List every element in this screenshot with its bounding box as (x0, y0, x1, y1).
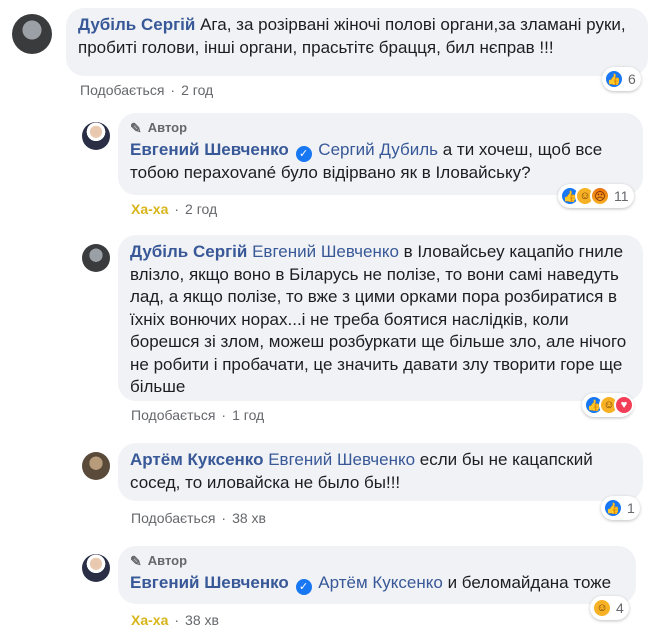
comment-author[interactable]: Евгений Шевченко (130, 573, 289, 592)
haha-button[interactable]: Ха-ха (131, 612, 168, 628)
avatar[interactable] (82, 554, 110, 582)
reaction-count: 4 (616, 600, 624, 616)
comment-5: ✎ Автор Евгений Шевченко ✓ Артём Куксенк… (0, 0, 664, 637)
comment-text: и беломайдана тоже (447, 573, 612, 592)
comment-time[interactable]: 38 хв (185, 612, 219, 628)
comment-meta: Ха-ха · 38 хв (131, 612, 219, 628)
verified-icon: ✓ (295, 579, 312, 595)
mention-link[interactable]: Артём Куксенко (318, 573, 443, 592)
reactions-summary[interactable]: ☺ 4 (590, 596, 629, 620)
haha-reaction-icon: ☺ (592, 598, 612, 618)
comment-bubble: ✎ Автор Евгений Шевченко ✓ Артём Куксенк… (118, 546, 636, 604)
author-badge: ✎ Автор (130, 553, 188, 569)
pen-icon: ✎ (130, 553, 142, 569)
